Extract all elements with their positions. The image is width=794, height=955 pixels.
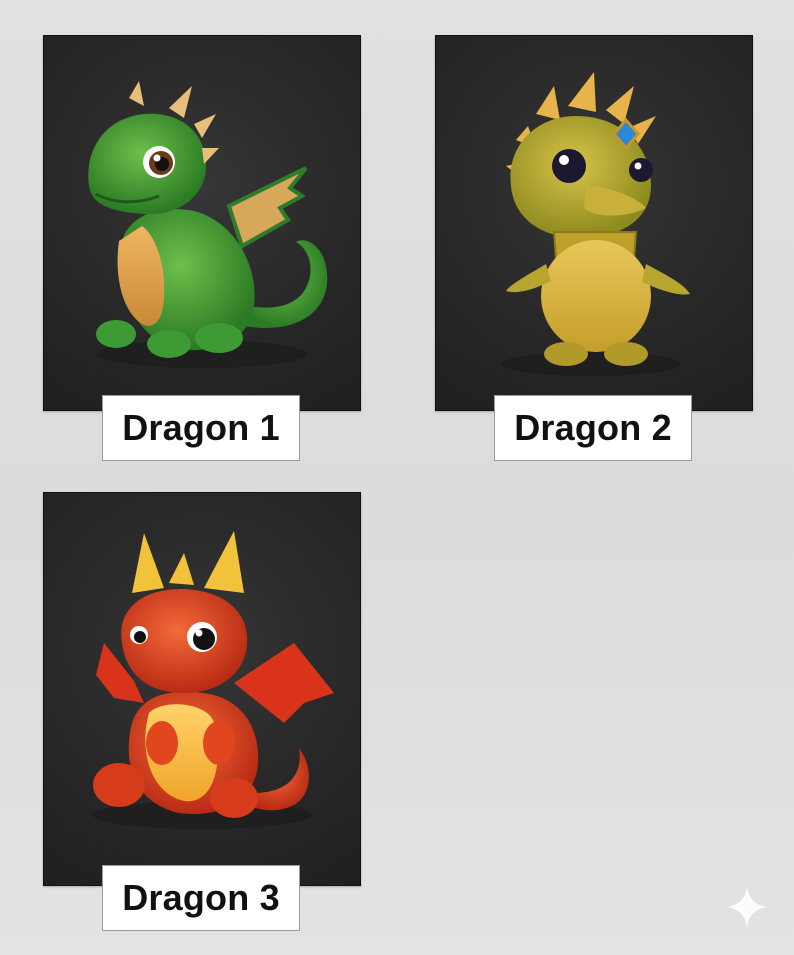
- dragon-3-label: Dragon 3: [102, 865, 300, 931]
- dragon-3-image: [43, 492, 361, 886]
- dragon-1-image: [43, 35, 361, 411]
- dragon-1-label: Dragon 1: [102, 395, 300, 461]
- sparkle-icon: [727, 887, 767, 927]
- green-dragon-illustration: [88, 81, 328, 368]
- yellow-dragon-illustration: [501, 72, 690, 376]
- dragon-2-label: Dragon 2: [494, 395, 692, 461]
- red-dragon-illustration: [92, 531, 334, 829]
- dragon-2-image: [435, 35, 753, 411]
